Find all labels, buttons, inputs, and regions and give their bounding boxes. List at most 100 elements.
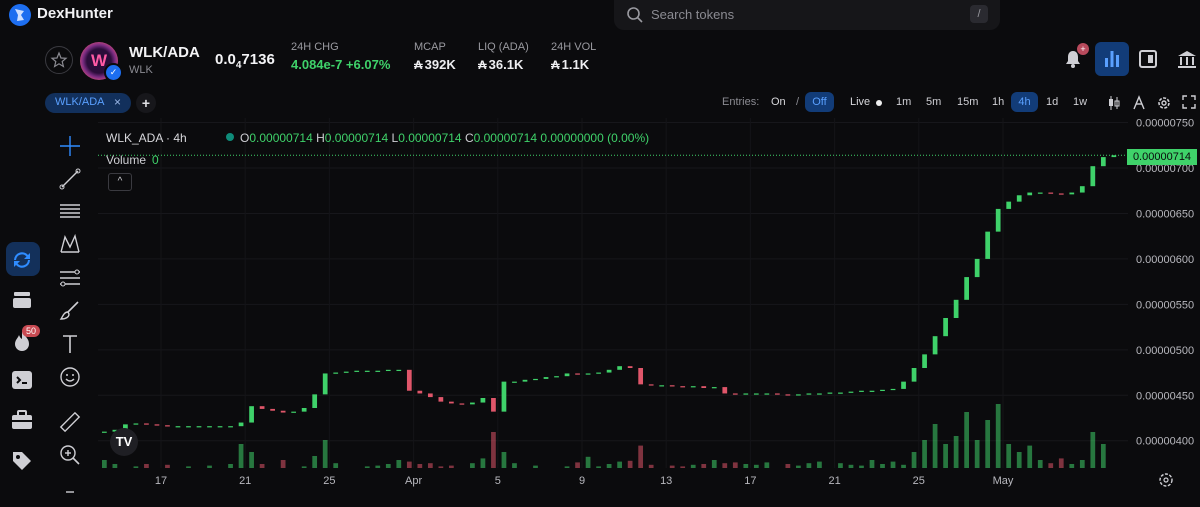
search-bar[interactable]: Search tokens / xyxy=(614,0,1000,30)
collapse-legend-button[interactable]: ^ xyxy=(108,173,132,191)
zoom-tool-icon[interactable] xyxy=(58,443,82,467)
legend-c-key: C xyxy=(464,131,474,145)
close-tab-icon[interactable]: × xyxy=(114,95,121,109)
volume-bar xyxy=(1058,458,1064,468)
candle xyxy=(154,424,160,426)
entries-label: Entries: xyxy=(722,96,760,108)
sidebar-item-portfolio[interactable] xyxy=(10,289,34,311)
dexhunter-logo[interactable] xyxy=(8,3,32,27)
candle xyxy=(659,385,665,387)
candle xyxy=(964,277,969,300)
candle xyxy=(417,390,423,394)
notification-badge: + xyxy=(1077,43,1089,55)
price-prefix: 0.0 xyxy=(215,51,236,68)
price-tick-label: 0.00000650 xyxy=(1136,208,1194,220)
favorite-star-button[interactable] xyxy=(45,46,73,74)
volume-bar xyxy=(322,440,328,468)
sidebar-item-wallet[interactable] xyxy=(10,409,34,431)
bank-button[interactable] xyxy=(1176,48,1198,70)
timeframe-1w[interactable]: 1w xyxy=(1073,96,1087,108)
legend-close: 0.00000714 xyxy=(473,131,538,145)
candle xyxy=(575,373,580,375)
candle xyxy=(449,401,454,404)
time-tick-label: 5 xyxy=(495,475,501,487)
timeframe-15m[interactable]: 15m xyxy=(957,96,978,108)
candle xyxy=(375,370,381,372)
volume-bar xyxy=(112,464,118,468)
emoji-tool-icon[interactable] xyxy=(58,365,82,389)
settings-gear-icon[interactable] xyxy=(1156,95,1172,111)
candle-type-icon[interactable] xyxy=(1107,95,1121,111)
candle xyxy=(333,372,339,374)
candle xyxy=(596,372,601,374)
entries-off-toggle[interactable]: Off xyxy=(805,92,834,112)
ruler-tool-icon[interactable] xyxy=(58,410,82,434)
token-price: 0.047136 xyxy=(215,51,275,71)
volume-bar xyxy=(743,464,749,468)
stat-24h-change-label: 24H CHG xyxy=(291,41,339,53)
entries-on-toggle[interactable]: On xyxy=(771,96,786,108)
volume-bar xyxy=(333,463,339,468)
search-input[interactable]: Search tokens xyxy=(651,7,734,22)
verified-check-icon: ✓ xyxy=(104,63,123,82)
volume-bar xyxy=(186,466,191,468)
candle xyxy=(838,392,843,394)
volume-bar xyxy=(732,462,738,468)
bar-chart-icon xyxy=(1105,51,1119,67)
sidebar-item-tags[interactable] xyxy=(10,449,34,471)
horizontal-lines-tool-icon[interactable] xyxy=(58,199,82,223)
price-tick-label: 0.00000550 xyxy=(1136,299,1194,311)
star-icon xyxy=(50,51,68,68)
crosshair-tool-icon[interactable] xyxy=(58,134,82,158)
indicators-icon[interactable] xyxy=(1132,95,1146,111)
swap-icon[interactable] xyxy=(10,249,34,271)
volume-bar xyxy=(785,464,791,468)
tradingview-logo[interactable]: TV xyxy=(110,428,138,456)
candle xyxy=(1027,192,1033,196)
candle xyxy=(764,393,770,395)
chart-view-button[interactable] xyxy=(1095,42,1129,76)
timeframe-5m[interactable]: 5m xyxy=(926,96,941,108)
stat-mcap-value: 392K xyxy=(424,57,456,72)
volume-value: 0 xyxy=(152,153,159,167)
volume-bar xyxy=(669,465,675,468)
pair-tab[interactable]: WLK/ADA × xyxy=(45,93,131,113)
candle xyxy=(943,318,948,337)
brush-tool-icon[interactable] xyxy=(58,299,82,323)
live-toggle[interactable]: Live xyxy=(850,96,870,108)
token-pair: WLK/ADA xyxy=(129,44,200,61)
chart-settings-icon[interactable] xyxy=(1158,472,1174,488)
time-tick-label: 9 xyxy=(579,475,585,487)
volume-bar xyxy=(280,460,286,468)
volume-bar xyxy=(1037,460,1043,468)
legend-status-dot xyxy=(226,133,234,141)
volume-bar xyxy=(796,465,801,468)
timeframe-4h[interactable]: 4h xyxy=(1011,92,1038,112)
time-tick-label: 17 xyxy=(744,475,756,487)
price-tick-label: 0.00000500 xyxy=(1136,345,1194,357)
trend-line-tool-icon[interactable] xyxy=(58,167,82,191)
price-chart[interactable]: 0.000007500.000007000.000006500.00000600… xyxy=(98,118,1200,507)
timeframe-1m[interactable]: 1m xyxy=(896,96,911,108)
candle xyxy=(291,411,297,413)
candle xyxy=(133,423,139,425)
volume-bar xyxy=(102,460,107,468)
timeframe-1h[interactable]: 1h xyxy=(992,96,1004,108)
candle xyxy=(533,378,538,381)
text-tool-icon[interactable] xyxy=(58,332,82,356)
time-axis[interactable]: 17 21 25 Apr 5 9 13 17 21 25 May xyxy=(155,475,1014,487)
layout-panel-button[interactable] xyxy=(1137,48,1159,70)
candle xyxy=(890,388,896,391)
volume-bar xyxy=(1027,445,1033,468)
more-tools-icon[interactable] xyxy=(58,488,82,498)
fib-tool-icon[interactable] xyxy=(58,266,82,290)
candle xyxy=(690,386,696,388)
price-axis[interactable]: 0.000007500.000007000.000006500.00000600… xyxy=(1136,118,1194,448)
fullscreen-icon[interactable] xyxy=(1182,95,1196,109)
sidebar-item-terminal[interactable] xyxy=(10,369,34,391)
tag-icon xyxy=(13,452,31,470)
timeframe-1d[interactable]: 1d xyxy=(1046,96,1058,108)
add-tab-button[interactable]: + xyxy=(136,93,156,113)
pattern-tool-icon[interactable] xyxy=(58,232,82,256)
stat-mcap: ₳ 392K xyxy=(414,57,456,72)
